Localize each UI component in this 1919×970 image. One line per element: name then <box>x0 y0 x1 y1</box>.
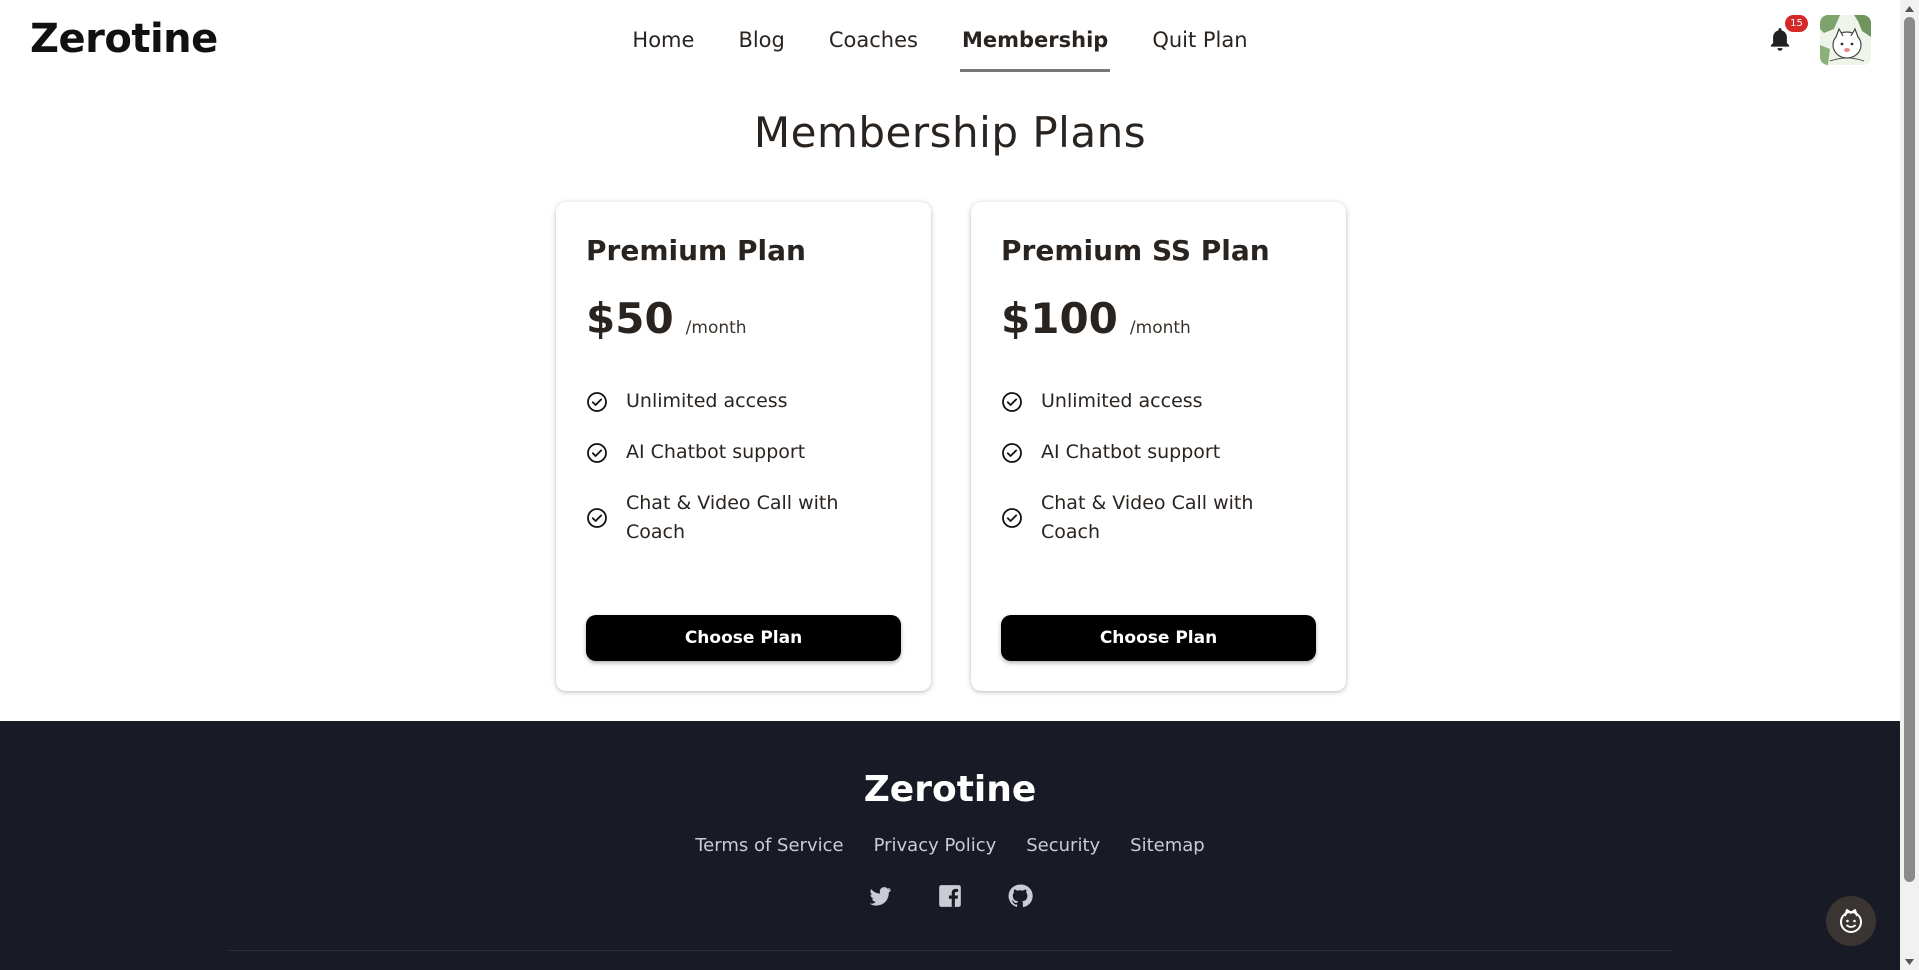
user-avatar[interactable] <box>1820 15 1871 65</box>
scrollbar-thumb[interactable] <box>1904 17 1915 882</box>
price-row: $100 /month <box>1001 294 1191 343</box>
feature-list: Unlimited access AI Chatbot support Chat… <box>1001 387 1321 569</box>
vertical-scrollbar[interactable] <box>1900 0 1919 970</box>
plan-card-premium: Premium Plan $50 /month Unlimited access… <box>556 202 931 691</box>
avatar-illustration <box>1820 15 1871 65</box>
main-nav: Home Blog Coaches Membership Quit Plan <box>0 0 1900 80</box>
feature-item: AI Chatbot support <box>586 438 906 467</box>
check-circle-icon <box>1002 391 1022 412</box>
top-navbar: Zerotine Home Blog Coaches Membership Qu… <box>0 0 1900 80</box>
plan-period: /month <box>1129 318 1191 338</box>
nav-coaches[interactable]: Coaches <box>827 0 920 80</box>
plan-name: Premium Plan <box>586 234 806 267</box>
choose-plan-button[interactable]: Choose Plan <box>586 615 901 661</box>
check-circle-icon <box>1002 442 1022 463</box>
plan-name: Premium SS Plan <box>1001 234 1270 267</box>
check-circle-icon <box>587 442 607 463</box>
page: Zerotine Home Blog Coaches Membership Qu… <box>0 0 1900 970</box>
check-circle-icon <box>1002 508 1022 528</box>
check-circle-icon <box>587 391 607 412</box>
footer-links: Terms of Service Privacy Policy Security… <box>0 835 1900 856</box>
feature-label: Unlimited access <box>626 390 788 412</box>
facebook-icon[interactable] <box>937 883 963 909</box>
nav-home[interactable]: Home <box>630 0 696 80</box>
chatbot-button[interactable] <box>1826 896 1876 946</box>
choose-plan-button[interactable]: Choose Plan <box>1001 615 1316 661</box>
social-links <box>0 883 1900 909</box>
nav-membership[interactable]: Membership <box>959 0 1111 80</box>
github-icon[interactable] <box>1007 883 1033 909</box>
check-circle-icon <box>587 508 607 528</box>
notification-badge: 15 <box>1785 15 1808 32</box>
feature-label: Chat & Video Call with Coach <box>626 492 839 543</box>
price-row: $50 /month <box>586 294 747 343</box>
feature-label: Chat & Video Call with Coach <box>1041 492 1254 543</box>
feature-item: Unlimited access <box>586 387 906 416</box>
feature-label: AI Chatbot support <box>626 441 806 463</box>
footer-link-privacy[interactable]: Privacy Policy <box>874 835 997 856</box>
footer: Zerotine Terms of Service Privacy Policy… <box>0 721 1900 970</box>
feature-list: Unlimited access AI Chatbot support Chat… <box>586 387 906 569</box>
scroll-down-arrow-icon[interactable] <box>1900 953 1919 970</box>
feature-item: AI Chatbot support <box>1001 438 1321 467</box>
plan-card-premium-ss: Premium SS Plan $100 /month Unlimited ac… <box>971 202 1346 691</box>
footer-logo: Zerotine <box>863 769 1037 810</box>
scroll-up-arrow-icon[interactable] <box>1900 0 1919 17</box>
feature-label: AI Chatbot support <box>1041 441 1221 463</box>
feature-item: Chat & Video Call with Coach <box>586 489 906 547</box>
plan-price: $100 <box>1001 294 1118 343</box>
nav-quit-plan[interactable]: Quit Plan <box>1150 0 1249 80</box>
footer-link-security[interactable]: Security <box>1026 835 1100 856</box>
twitter-icon[interactable] <box>867 883 893 909</box>
plan-period: /month <box>685 318 747 338</box>
plan-price: $50 <box>586 294 674 343</box>
feature-label: Unlimited access <box>1041 390 1203 412</box>
feature-item: Chat & Video Call with Coach <box>1001 489 1321 547</box>
page-title: Membership Plans <box>753 108 1147 157</box>
feature-item: Unlimited access <box>1001 387 1321 416</box>
footer-link-sitemap[interactable]: Sitemap <box>1130 835 1205 856</box>
nav-blog[interactable]: Blog <box>736 0 786 80</box>
chatbot-icon <box>1840 909 1862 933</box>
footer-divider <box>229 950 1672 951</box>
footer-link-terms[interactable]: Terms of Service <box>695 835 843 856</box>
